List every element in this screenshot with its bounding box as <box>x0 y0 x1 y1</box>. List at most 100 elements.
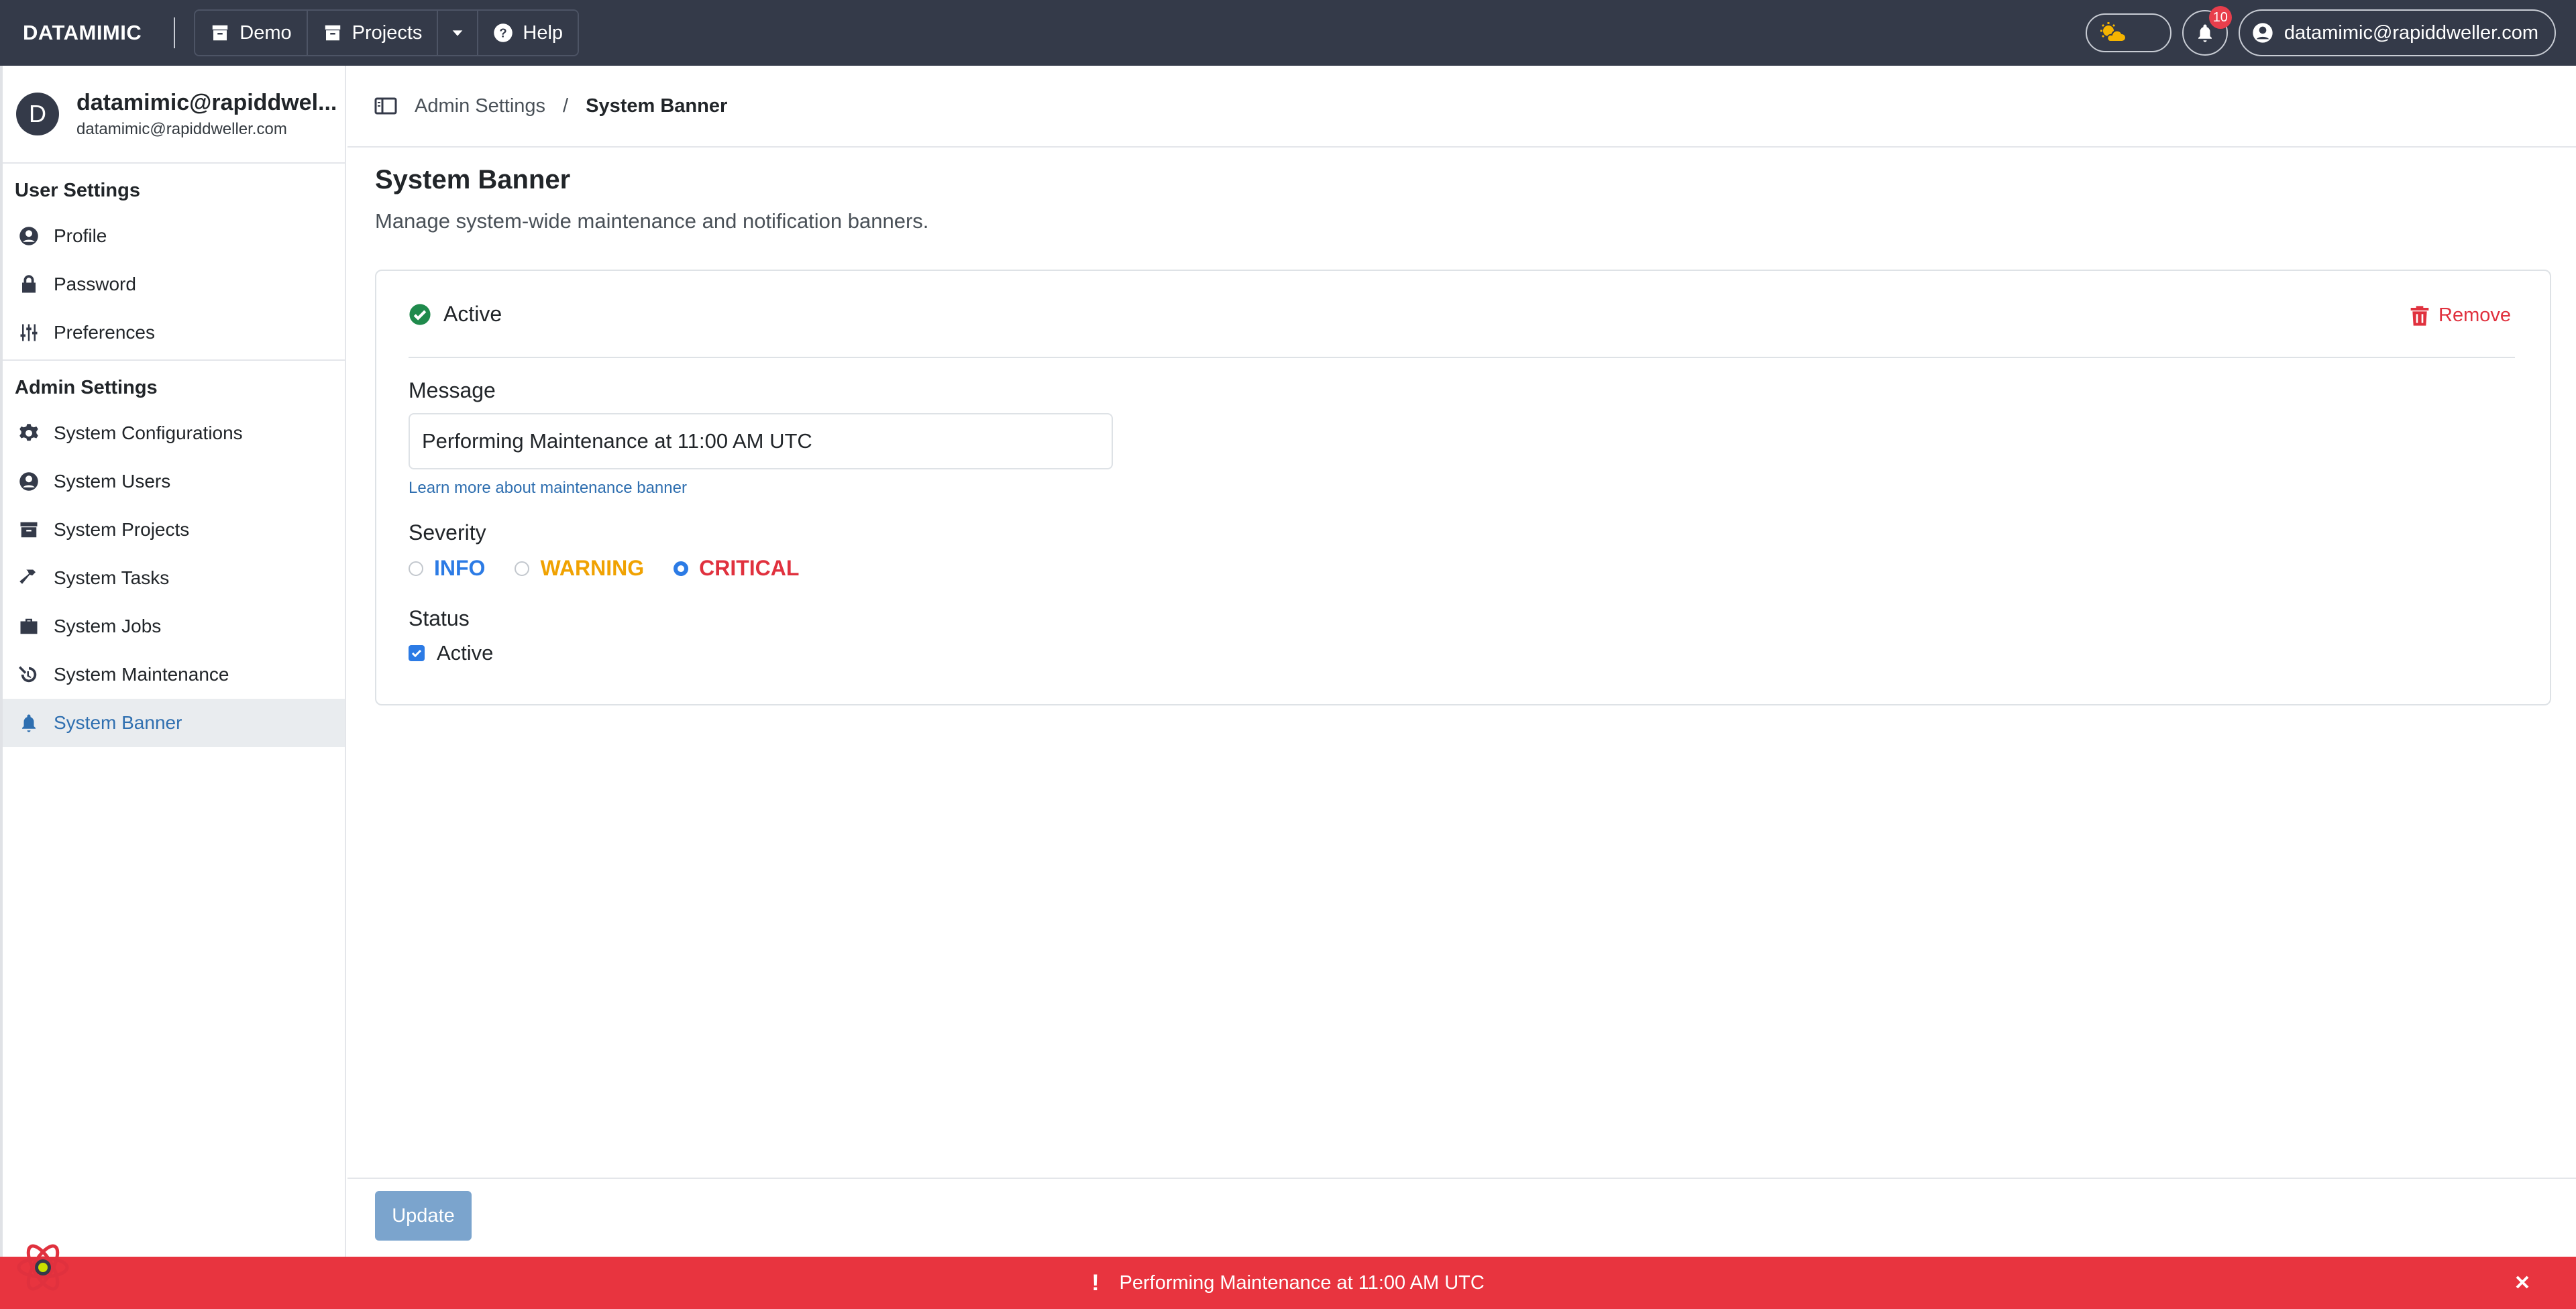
projects-dropdown-toggle[interactable] <box>438 11 479 55</box>
severity-warning-label: WARNING <box>540 556 645 580</box>
avatar: D <box>16 93 59 135</box>
sidebar-item-system-projects[interactable]: System Projects <box>3 506 345 554</box>
active-checkbox[interactable] <box>409 645 425 661</box>
sidebar-item-label: System Users <box>54 471 171 492</box>
severity-label: Severity <box>409 520 486 545</box>
sidebar-item-password[interactable]: Password <box>3 260 345 308</box>
hammer-icon <box>19 569 36 584</box>
user-menu-label: datamimic@rapiddweller.com <box>2284 21 2538 44</box>
breadcrumb-admin-settings[interactable]: Admin Settings <box>415 95 545 117</box>
message-label: Message <box>409 378 496 402</box>
sidebar-item-label: System Banner <box>54 712 182 733</box>
user-menu-button[interactable]: datamimic@rapiddweller.com <box>2238 9 2556 56</box>
archive-icon <box>213 25 228 41</box>
maintenance-icon <box>19 666 37 683</box>
atom-logo-icon[interactable] <box>15 1239 71 1296</box>
radio-button-selected[interactable] <box>674 561 689 576</box>
sidebar-toggle-icon[interactable] <box>374 96 397 116</box>
question-circle-icon: ? <box>494 23 513 42</box>
form-footer: Update <box>347 1178 2576 1257</box>
user-settings-heading: User Settings <box>15 180 140 201</box>
user-circle-icon <box>19 472 38 491</box>
sidebar-item-label: System Jobs <box>54 616 162 636</box>
exclamation-icon: ! <box>1091 1269 1099 1296</box>
severity-info-label: INFO <box>434 556 486 580</box>
active-checkbox-row[interactable]: Active <box>409 641 493 665</box>
navbar-right: 10 datamimic@rapiddweller.com <box>2085 0 2556 66</box>
sidebar-item-system-jobs[interactable]: System Jobs <box>3 602 345 650</box>
demo-button-label: Demo <box>239 21 292 44</box>
sun-cloud-icon <box>2100 22 2127 42</box>
trash-icon <box>2410 305 2429 326</box>
sidebar-item-label: Preferences <box>54 322 155 343</box>
severity-radio-group: INFO WARNING CRITICAL <box>409 556 828 581</box>
learn-more-link[interactable]: Learn more about maintenance banner <box>409 479 687 498</box>
bell-icon <box>2198 24 2212 42</box>
demo-button[interactable]: Demo <box>195 11 308 55</box>
archive-icon <box>325 25 340 41</box>
system-maintenance-banner: ! Performing Maintenance at 11:00 AM UTC <box>0 1257 2576 1309</box>
sidebar-item-system-banner[interactable]: System Banner <box>3 699 345 747</box>
severity-critical-label: CRITICAL <box>699 556 800 580</box>
breadcrumb: Admin Settings / System Banner <box>347 66 2576 148</box>
bell-icon <box>22 714 36 732</box>
page-subtitle: Manage system-wide maintenance and notif… <box>375 209 929 233</box>
profile-email: datamimic@rapiddweller.com <box>76 119 287 138</box>
svg-text:?: ? <box>500 25 507 40</box>
user-circle-icon <box>2253 23 2273 43</box>
brand-divider <box>174 17 176 48</box>
sidebar-item-label: System Configurations <box>54 422 243 443</box>
severity-critical-radio[interactable]: CRITICAL <box>674 556 799 581</box>
settings-sidebar: D datamimic@rapiddwel... datamimic@rapid… <box>0 66 346 1257</box>
projects-button-label: Projects <box>352 21 423 44</box>
notifications-button[interactable]: 10 <box>2182 6 2232 56</box>
theme-toggle[interactable] <box>2085 13 2171 52</box>
breadcrumb-separator: / <box>563 95 569 117</box>
sidebar-item-profile[interactable]: Profile <box>3 212 345 260</box>
remove-button-label: Remove <box>2438 304 2511 326</box>
remove-button[interactable]: Remove <box>2410 304 2511 327</box>
severity-info-radio[interactable]: INFO <box>409 556 485 581</box>
sidebar-item-system-maintenance[interactable]: System Maintenance <box>3 650 345 699</box>
help-button-label: Help <box>523 21 564 44</box>
projects-button[interactable]: Projects <box>307 11 439 55</box>
checkmark-icon <box>411 649 422 658</box>
help-button[interactable]: ? Help <box>478 11 578 55</box>
sidebar-item-label: Profile <box>54 225 107 246</box>
banner-card-header: Active Remove <box>409 302 2515 358</box>
sidebar-item-preferences[interactable]: Preferences <box>3 308 345 357</box>
gear-icon <box>19 424 38 441</box>
check-circle-icon <box>409 303 431 325</box>
banner-message: Performing Maintenance at 11:00 AM UTC <box>1119 1271 1485 1294</box>
sidebar-item-system-tasks[interactable]: System Tasks <box>3 554 345 602</box>
admin-settings-heading: Admin Settings <box>15 377 158 398</box>
briefcase-icon <box>20 618 38 634</box>
message-input[interactable] <box>409 413 1113 469</box>
sidebar-item-label: System Tasks <box>54 567 170 588</box>
sidebar-item-label: System Maintenance <box>54 664 229 685</box>
update-button[interactable]: Update <box>375 1191 472 1241</box>
close-icon[interactable] <box>2509 1269 2536 1296</box>
banner-status: Active <box>409 302 502 327</box>
breadcrumb-current: System Banner <box>586 95 728 117</box>
radio-button[interactable] <box>515 561 530 576</box>
sidebar-item-system-configurations[interactable]: System Configurations <box>3 409 345 457</box>
status-label: Status <box>409 606 470 630</box>
radio-button[interactable] <box>409 561 423 576</box>
nav-button-group: Demo Projects ? Help <box>194 9 580 56</box>
top-navbar: DATAMIMIC Demo Projects ? Help 10 datami… <box>0 0 2576 66</box>
brand-logo[interactable]: DATAMIMIC <box>23 21 142 45</box>
archive-icon <box>20 522 38 538</box>
notification-count-badge: 10 <box>2208 6 2232 29</box>
lock-icon <box>22 275 36 293</box>
severity-warning-radio[interactable]: WARNING <box>515 556 644 581</box>
caret-down-icon <box>453 30 463 36</box>
sidebar-item-label: Password <box>54 274 136 294</box>
banner-status-label: Active <box>443 302 502 326</box>
profile-name: datamimic@rapiddwel... <box>76 89 337 115</box>
sidebar-item-label: System Projects <box>54 519 190 540</box>
page-title: System Banner <box>375 165 571 194</box>
profile-summary: D datamimic@rapiddwel... datamimic@rapid… <box>3 66 345 164</box>
sidebar-item-system-users[interactable]: System Users <box>3 457 345 506</box>
banner-card: Active Remove Message Learn more about m… <box>375 270 2551 705</box>
